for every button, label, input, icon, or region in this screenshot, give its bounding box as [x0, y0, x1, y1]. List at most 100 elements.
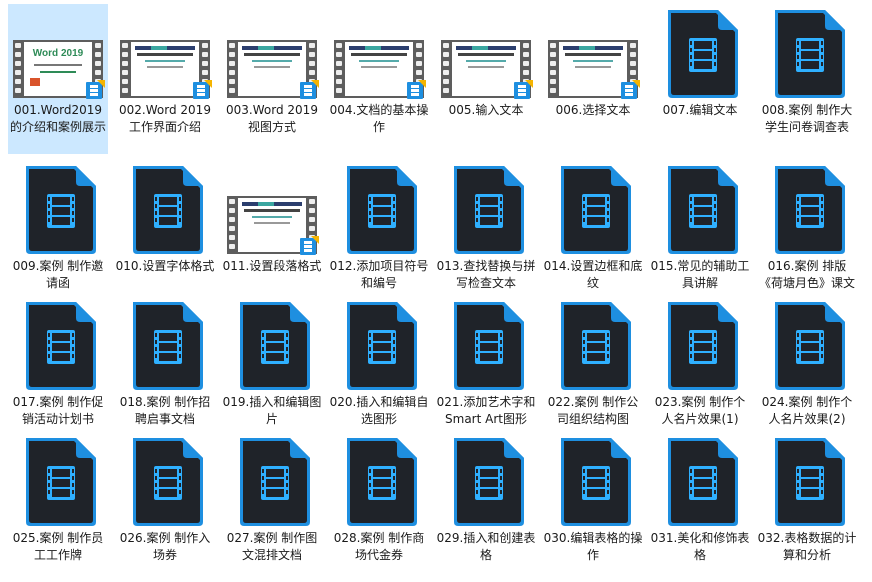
film-strip-thumbnail: [334, 40, 426, 100]
video-file-icon: [436, 432, 536, 528]
video-file-icon: [664, 436, 740, 528]
video-file-icon: [771, 164, 847, 256]
video-file-icon: [450, 164, 526, 256]
file-item[interactable]: 023.案例 制作个人名片效果(1): [650, 296, 750, 446]
video-file-icon: [664, 8, 740, 100]
video-file-icon: [343, 300, 419, 392]
video-file-icon: [664, 164, 740, 256]
video-file-icon: [650, 296, 750, 392]
file-name-label: 015.常见的辅助工具讲解: [650, 259, 750, 290]
file-item[interactable]: 029.插入和创建表格: [436, 432, 536, 582]
file-item[interactable]: 004.文档的基本操作: [329, 4, 429, 154]
file-item[interactable]: 003.Word 2019视图方式: [222, 4, 322, 154]
file-item[interactable]: 009.案例 制作邀请函: [8, 160, 108, 310]
file-item[interactable]: 024.案例 制作个人名片效果(2): [757, 296, 857, 446]
video-file-icon: [650, 432, 750, 528]
file-name-label: 007.编辑文本: [662, 103, 738, 117]
file-item[interactable]: 002.Word 2019工作界面介绍: [115, 4, 215, 154]
file-name-label: 014.设置边框和底纹: [543, 259, 643, 290]
video-file-icon: [115, 160, 215, 256]
video-file-icon: [757, 432, 857, 528]
video-file-icon: [22, 300, 98, 392]
file-item[interactable]: 028.案例 制作商场代金券: [329, 432, 429, 582]
file-name-label: 005.输入文本: [448, 103, 524, 117]
file-item[interactable]: 026.案例 制作入场券: [115, 432, 215, 582]
video-file-icon: [8, 296, 108, 392]
video-file-icon: [115, 296, 215, 392]
file-name-label: 001.Word2019的介绍和案例展示: [9, 103, 106, 134]
file-item[interactable]: 025.案例 制作员工工作牌: [8, 432, 108, 582]
file-item[interactable]: 032.表格数据的计算和分析: [757, 432, 857, 582]
file-item[interactable]: 015.常见的辅助工具讲解: [650, 160, 750, 310]
file-item[interactable]: 013.查找替换与拼写检查文本: [436, 160, 536, 310]
file-item[interactable]: Word 2019 001.Word2019的介绍和案例展示: [8, 4, 108, 154]
file-name-label: 022.案例 制作公司组织结构图: [547, 395, 639, 426]
file-name-label: 013.查找替换与拼写检查文本: [436, 259, 536, 290]
file-name-label: 031.美化和修饰表格: [650, 531, 750, 562]
video-file-icon: [343, 164, 419, 256]
video-thumbnail: [329, 4, 429, 100]
file-name-label: 024.案例 制作个人名片效果(2): [761, 395, 853, 426]
video-file-icon: [329, 160, 429, 256]
video-file-icon: [329, 296, 429, 392]
file-name-label: 012.添加项目符号和编号: [329, 259, 429, 290]
file-item[interactable]: 014.设置边框和底纹: [543, 160, 643, 310]
file-item[interactable]: 031.美化和修饰表格: [650, 432, 750, 582]
file-name-label: 003.Word 2019视图方式: [226, 103, 318, 134]
file-item[interactable]: 022.案例 制作公司组织结构图: [543, 296, 643, 446]
file-item[interactable]: 007.编辑文本: [650, 4, 750, 154]
video-file-icon: [450, 436, 526, 528]
file-item[interactable]: 006.选择文本: [543, 4, 643, 154]
video-file-icon: [8, 160, 108, 256]
file-name-label: 026.案例 制作入场券: [119, 531, 211, 562]
file-name-label: 029.插入和创建表格: [436, 531, 536, 562]
file-item[interactable]: 012.添加项目符号和编号: [329, 160, 429, 310]
video-file-icon: [450, 300, 526, 392]
file-name-label: 030.编辑表格的操作: [543, 531, 643, 562]
file-item[interactable]: 016.案例 排版《荷塘月色》课文: [757, 160, 857, 310]
file-name-label: 009.案例 制作邀请函: [12, 259, 104, 290]
file-item[interactable]: 008.案例 制作大学生问卷调查表: [757, 4, 857, 154]
file-name-label: 008.案例 制作大学生问卷调查表: [761, 103, 853, 134]
video-thumbnail: [543, 4, 643, 100]
file-item[interactable]: 027.案例 制作图文混排文档: [222, 432, 322, 582]
video-file-icon: [757, 296, 857, 392]
video-file-icon: [557, 436, 633, 528]
file-item[interactable]: 010.设置字体格式: [115, 160, 215, 310]
video-file-icon: [129, 164, 205, 256]
film-strip-thumbnail: [548, 40, 640, 99]
file-item[interactable]: 005.输入文本: [436, 4, 536, 154]
video-file-icon: [236, 300, 312, 392]
file-item[interactable]: 018.案例 制作招聘启事文档: [115, 296, 215, 446]
video-file-icon: [329, 432, 429, 528]
video-file-icon: [757, 4, 857, 100]
video-file-icon: [22, 436, 98, 528]
video-overlay-icon: [299, 236, 319, 256]
file-item[interactable]: 011.设置段落格式: [222, 160, 322, 310]
video-file-icon: [436, 296, 536, 392]
video-file-icon: [543, 296, 643, 392]
file-item[interactable]: 020.插入和编辑自选图形: [329, 296, 429, 446]
video-file-icon: [543, 160, 643, 256]
video-file-icon: [771, 436, 847, 528]
file-item[interactable]: 030.编辑表格的操作: [543, 432, 643, 582]
video-thumbnail: [115, 4, 215, 100]
video-overlay-icon: [299, 80, 319, 100]
file-item[interactable]: 021.添加艺术字和Smart Art图形: [436, 296, 536, 446]
video-thumbnail: [222, 4, 322, 100]
video-overlay-icon: [406, 80, 426, 100]
file-item[interactable]: 017.案例 制作促销活动计划书: [8, 296, 108, 446]
file-name-label: 011.设置段落格式: [222, 259, 322, 273]
file-name-label: 020.插入和编辑自选图形: [329, 395, 429, 426]
file-name-label: 010.设置字体格式: [115, 259, 215, 273]
file-item[interactable]: 019.插入和编辑图片: [222, 296, 322, 446]
file-name-label: 027.案例 制作图文混排文档: [226, 531, 318, 562]
video-file-icon: [543, 432, 643, 528]
film-strip-thumbnail: [227, 196, 319, 256]
video-file-icon: [129, 300, 205, 392]
film-strip-thumbnail: Word 2019: [13, 40, 105, 99]
video-file-icon: [771, 8, 847, 100]
file-name-label: 025.案例 制作员工工作牌: [12, 531, 104, 562]
file-name-label: 017.案例 制作促销活动计划书: [12, 395, 104, 426]
video-file-icon: [650, 4, 750, 100]
